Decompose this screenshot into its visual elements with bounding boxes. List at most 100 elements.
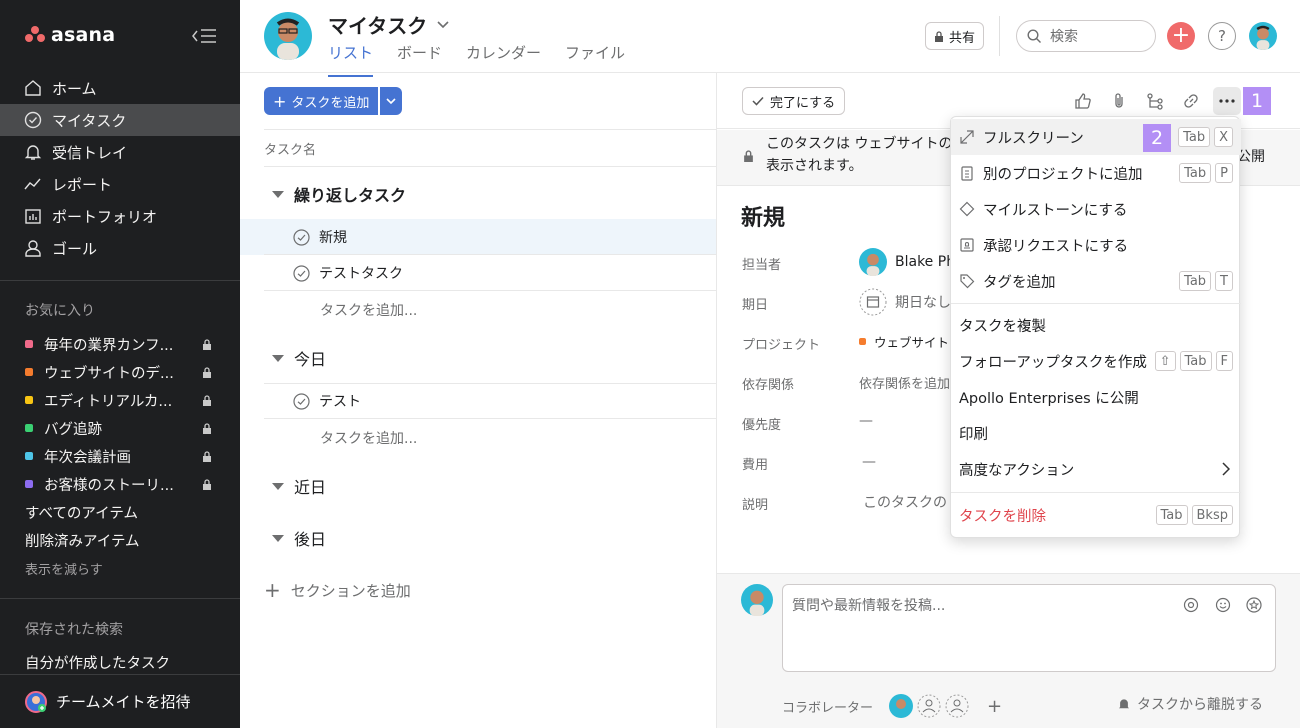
page-title[interactable]: マイタスク [328, 10, 449, 39]
make-public-link[interactable]: 公開 [1237, 146, 1265, 166]
assignee-name: Blake Ph [895, 254, 956, 270]
plus-icon[interactable]: + [987, 696, 1002, 717]
task-name: テスト [319, 394, 361, 410]
view-tabs: リスト ボード カレンダー ファイル [328, 42, 649, 77]
deleted-items-link[interactable]: 削除済みアイテム [0, 526, 240, 554]
star-icon[interactable] [1246, 597, 1262, 613]
add-task-inline[interactable]: タスクを追加... [320, 300, 417, 320]
comment-input[interactable]: 質問や最新情報を投稿... [782, 584, 1276, 672]
help-button[interactable]: ? [1208, 22, 1236, 50]
caret-down-icon[interactable] [272, 534, 284, 542]
subtask-icon[interactable] [1146, 92, 1164, 110]
menu-item-make-public[interactable]: Apollo Enterprises に公開 [951, 379, 1241, 415]
priority-field[interactable]: — [859, 413, 873, 429]
mark-complete-button[interactable]: 完了にする [742, 87, 846, 115]
search-input[interactable]: 検索 [1016, 20, 1156, 52]
assignee-field[interactable]: Blake Ph [859, 248, 955, 276]
lock-icon [203, 479, 211, 490]
show-less-link[interactable]: 表示を減らす [0, 554, 240, 582]
section-header[interactable]: 今日 [264, 346, 716, 370]
tab-files[interactable]: ファイル [565, 42, 625, 77]
description-field[interactable]: このタスクの [863, 492, 947, 512]
more-actions-button[interactable] [1213, 87, 1241, 115]
add-task-group: + タスクを追加 [264, 87, 403, 115]
task-row[interactable]: テストタスク [240, 255, 716, 291]
collapse-sidebar-icon[interactable] [190, 26, 218, 46]
quick-add-button[interactable]: + [1167, 22, 1195, 50]
sidebar-item-inbox[interactable]: 受信トレイ [0, 136, 240, 168]
share-button[interactable]: 共有 [925, 22, 985, 50]
task-title[interactable]: 新規 [741, 200, 785, 232]
chevron-down-icon[interactable] [437, 20, 449, 29]
menu-item-print[interactable]: 印刷 [951, 415, 1241, 451]
due-date-field[interactable]: 期日なし [859, 288, 951, 316]
task-row[interactable]: 新規 [240, 219, 716, 255]
lock-icon [203, 339, 211, 350]
project-field[interactable]: ウェブサイトの [859, 332, 962, 351]
leave-task-button[interactable]: タスクから離脱する [1117, 694, 1263, 714]
menu-item-add-to-project[interactable]: 別のプロジェクトに追加 Tab P [951, 155, 1241, 191]
add-task-dropdown[interactable] [380, 87, 403, 115]
check-circle-icon[interactable] [293, 228, 310, 246]
section-header[interactable]: 繰り返しタスク [264, 182, 716, 206]
check-circle-icon[interactable] [293, 264, 310, 282]
add-section-button[interactable]: + セクションを追加 [264, 578, 411, 602]
tab-board[interactable]: ボード [397, 42, 442, 77]
sidebar-item-home[interactable]: ホーム [0, 72, 240, 104]
sidebar-item-my-tasks[interactable]: マイタスク [0, 104, 240, 136]
saved-search-item[interactable]: 自分が作成したタスク [25, 652, 170, 673]
menu-item-fullscreen[interactable]: フルスクリーン 2 Tab X [951, 119, 1241, 155]
favorite-project[interactable]: 毎年の業界カンフ... [0, 330, 240, 358]
cost-field[interactable]: — [862, 454, 876, 470]
avatar[interactable] [264, 12, 312, 60]
mention-icon[interactable] [1183, 597, 1199, 613]
menu-item-approval[interactable]: 承認リクエストにする [951, 227, 1241, 263]
caret-down-icon[interactable] [272, 482, 284, 490]
tab-list[interactable]: リスト [328, 42, 374, 77]
user-avatar[interactable] [1249, 22, 1277, 50]
tab-calendar[interactable]: カレンダー [466, 42, 541, 77]
add-collaborator-icon[interactable] [945, 694, 969, 718]
menu-item-advanced[interactable]: 高度なアクション [951, 451, 1241, 487]
section-header[interactable]: 近日 [264, 474, 716, 498]
favorite-label: バグ追跡 [44, 421, 102, 438]
favorite-project[interactable]: ウェブサイトのデ... [0, 358, 240, 386]
sidebar-item-portfolios[interactable]: ポートフォリオ [0, 200, 240, 232]
caret-down-icon[interactable] [272, 354, 284, 362]
menu-item-delete[interactable]: タスクを削除 Tab Bksp [951, 497, 1241, 533]
menu-divider [951, 303, 1241, 304]
dependencies-field[interactable]: 依存関係を追加 [859, 373, 950, 392]
menu-item-follow-up[interactable]: フォローアップタスクを作成 ⇧ Tab F [951, 343, 1241, 379]
invite-teammates-button[interactable]: チームメイトを招待 [0, 674, 240, 728]
all-items-link[interactable]: すべてのアイテム [0, 498, 240, 526]
paperclip-icon[interactable] [1110, 92, 1128, 110]
menu-item-label: 承認リクエストにする [983, 238, 1129, 255]
asana-logo[interactable]: asana [25, 24, 115, 46]
sidebar-item-goals[interactable]: ゴール [0, 232, 240, 264]
search-icon [1027, 28, 1041, 43]
avatar[interactable] [889, 694, 914, 718]
check-circle-icon[interactable] [293, 392, 310, 410]
menu-item-add-tag[interactable]: タグを追加 Tab T [951, 263, 1241, 299]
menu-item-duplicate[interactable]: タスクを複製 [951, 307, 1241, 343]
add-collaborator-icon[interactable] [917, 694, 941, 718]
chevron-down-icon [386, 97, 396, 104]
link-icon[interactable] [1182, 92, 1200, 110]
emoji-icon[interactable] [1215, 597, 1231, 613]
favorite-project[interactable]: 年次会議計画 [0, 442, 240, 470]
menu-item-milestone[interactable]: マイルストーンにする [951, 191, 1241, 227]
menu-item-label: 高度なアクション [959, 462, 1075, 479]
thumbs-up-icon[interactable] [1074, 92, 1092, 110]
favorite-project[interactable]: バグ追跡 [0, 414, 240, 442]
favorite-project[interactable]: お客様のストーリ... [0, 470, 240, 498]
sidebar-item-reports[interactable]: レポート [0, 168, 240, 200]
task-row[interactable]: テスト [240, 383, 716, 419]
add-task-button[interactable]: + タスクを追加 [264, 87, 379, 115]
column-header-task-name[interactable]: タスク名 [264, 129, 716, 167]
due-date-value: 期日なし [895, 295, 951, 311]
caret-down-icon[interactable] [272, 190, 284, 198]
plus-icon: + [264, 578, 281, 602]
favorite-project[interactable]: エディトリアルカ... [0, 386, 240, 414]
section-header[interactable]: 後日 [264, 526, 716, 550]
add-task-inline[interactable]: タスクを追加... [320, 428, 417, 448]
